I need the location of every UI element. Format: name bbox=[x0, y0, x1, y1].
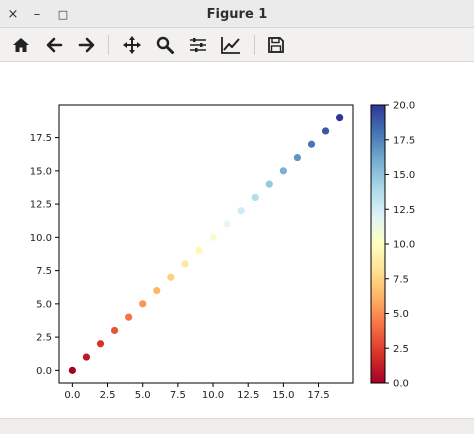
scatter-point bbox=[125, 313, 133, 321]
navigation-toolbar bbox=[0, 28, 474, 62]
x-tick-label: 7.5 bbox=[170, 390, 186, 401]
colorbar bbox=[370, 104, 386, 384]
figure-canvas[interactable]: 0.0 2.5 5.0 7.5 10.0 12.5 15.0 17.5 0.0 2.5 5.0 7.5… bbox=[0, 62, 474, 418]
scatter-point bbox=[237, 207, 245, 215]
pan-icon bbox=[123, 36, 141, 54]
colorbar-tick-label: 20.0 bbox=[393, 101, 415, 112]
scatter-point bbox=[279, 167, 287, 175]
edit-axis-button[interactable] bbox=[219, 33, 243, 57]
y-tick-label: 2.5 bbox=[36, 333, 52, 344]
colorbar-tick-label: 15.0 bbox=[393, 170, 415, 181]
scatter-point bbox=[82, 353, 91, 361]
scatter-point bbox=[251, 193, 259, 202]
scatter-point bbox=[265, 180, 273, 188]
x-tick-label: 5.0 bbox=[135, 390, 151, 401]
scatter-point bbox=[321, 127, 330, 135]
scatter-point bbox=[195, 247, 203, 255]
colorbar-tick-label: 12.5 bbox=[393, 205, 415, 216]
forward-arrow-icon bbox=[78, 37, 95, 53]
scatter-point bbox=[110, 326, 119, 335]
x-tick-label: 17.5 bbox=[307, 390, 329, 401]
forward-button[interactable] bbox=[75, 33, 99, 57]
zoom-button[interactable] bbox=[153, 33, 177, 57]
y-tick-label: 17.5 bbox=[30, 133, 52, 144]
colorbar-tick-label: 5.0 bbox=[393, 309, 409, 320]
home-icon bbox=[13, 38, 29, 52]
save-icon bbox=[268, 37, 284, 53]
configure-subplots-icon bbox=[190, 38, 206, 52]
y-tick-label: 7.5 bbox=[36, 266, 52, 277]
window-title: Figure 1 bbox=[206, 6, 268, 22]
scatter-point bbox=[293, 153, 302, 162]
y-tick-label: 5.0 bbox=[36, 299, 52, 310]
pan-button[interactable] bbox=[120, 33, 144, 57]
scatter-point bbox=[153, 286, 161, 295]
toolbar-separator bbox=[108, 35, 109, 55]
scatter-point bbox=[68, 366, 76, 374]
scatter-point bbox=[223, 220, 231, 228]
x-tick-label: 12.5 bbox=[237, 390, 259, 401]
scatter-point bbox=[336, 114, 344, 122]
y-tick-label: 10.0 bbox=[30, 233, 52, 244]
toolbar-separator bbox=[254, 35, 255, 55]
colorbar-tick-label: 2.5 bbox=[393, 344, 409, 355]
home-button[interactable] bbox=[9, 33, 33, 57]
window-titlebar: × – □ Figure 1 bbox=[0, 0, 474, 28]
back-button[interactable] bbox=[42, 33, 66, 57]
scatter-chart: 0.0 2.5 5.0 7.5 10.0 12.5 15.0 17.5 0.0 2.5 5.0 7.5… bbox=[30, 101, 416, 402]
edit-axis-icon bbox=[221, 37, 240, 54]
x-tick-label: 0.0 bbox=[64, 390, 80, 401]
colorbar-tick-label: 0.0 bbox=[393, 379, 409, 390]
scatter-point bbox=[167, 273, 175, 281]
scatter-point bbox=[139, 300, 147, 308]
status-bar bbox=[0, 418, 474, 434]
back-arrow-icon bbox=[46, 37, 63, 53]
save-button[interactable] bbox=[264, 33, 288, 57]
zoom-icon bbox=[156, 36, 174, 54]
configure-subplots-button[interactable] bbox=[186, 33, 210, 57]
colorbar-tick-label: 10.0 bbox=[393, 240, 415, 251]
scatter-point bbox=[181, 260, 189, 268]
x-tick-label: 15.0 bbox=[272, 390, 294, 401]
y-tick-label: 15.0 bbox=[30, 166, 52, 177]
y-tick-label: 12.5 bbox=[30, 200, 52, 211]
scatter-point bbox=[307, 140, 316, 148]
x-tick-label: 10.0 bbox=[202, 390, 224, 401]
scatter-point bbox=[96, 340, 105, 348]
colorbar-tick-label: 7.5 bbox=[393, 274, 409, 285]
colorbar-tick-label: 17.5 bbox=[393, 135, 415, 146]
y-tick-label: 0.0 bbox=[36, 366, 52, 377]
scatter-point bbox=[209, 233, 217, 241]
x-tick-label: 2.5 bbox=[100, 390, 116, 401]
